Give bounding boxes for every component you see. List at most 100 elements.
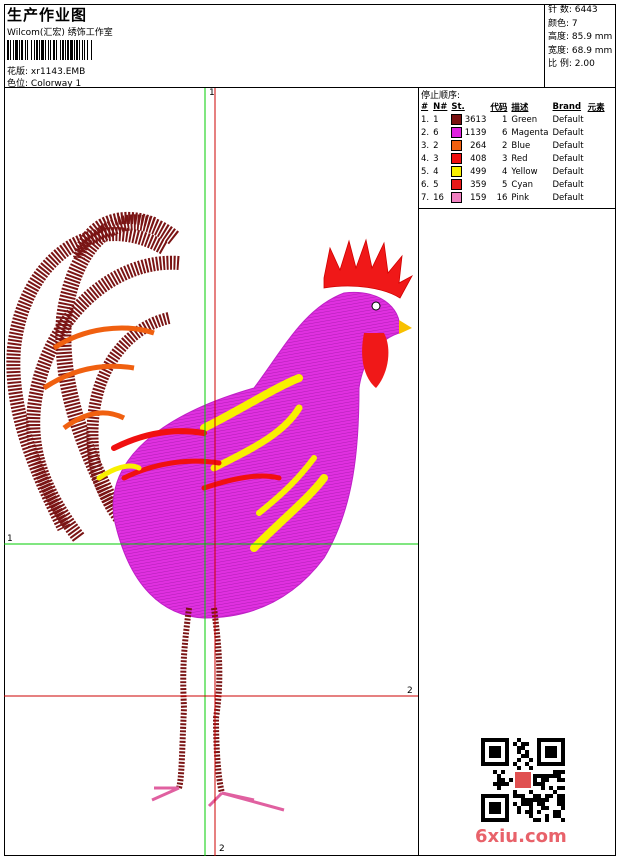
feet [151,786,285,812]
stop-cell-code: 1 [501,114,508,125]
stop-cell-n: 1. [421,114,430,125]
stop-col-header: St. [451,101,465,112]
stop-sequence-panel: 停止顺序: # N# St. 代码 描述 Brand 元素 1. 1 3613 1 Green Def… [419,88,616,856]
header-panel: 生产作业图 Wilcom(汇宏) 绣饰工作室 花版: xr1143.EMB 色位… [4,4,545,89]
stop-cell-st: 3613 [450,113,489,126]
color-swatch [451,153,463,164]
stop-col-header: N# [433,101,448,112]
rooster-body [112,291,401,619]
stop-cell-needle: 2 [433,140,439,151]
stop-cell-desc: Blue [511,140,531,151]
guide-label-green-top: 1 [209,88,215,98]
stop-cell-brand: Default [552,179,584,190]
stop-cell-needle: 1 [433,114,439,125]
stitch-count-cell: 159 [470,193,487,203]
stop-cell-n: 7. [421,192,430,203]
eye [371,301,381,311]
stop-cell-code: 16 [496,192,508,203]
stop-row: 7. 16 159 16 Pink Default [420,191,608,204]
stop-cell-st: 408 [450,152,489,165]
guide-label-red-right: 2 [407,686,413,696]
stop-row: 1. 1 3613 1 Green Default [420,113,608,126]
stop-cell-brand: Default [552,127,584,138]
stitch-count-cell: 359 [470,180,487,190]
stitch-count-cell: 3613 [464,115,487,125]
stop-cell-code: 4 [501,166,508,177]
stop-cell-st: 264 [450,139,489,152]
design-height: 高度: 85.9 mm [548,32,613,42]
color-swatch [451,140,463,151]
stats-panel: 针 数: 6443 颜色: 7 高度: 85.9 mm 宽度: 68.9 mm … [545,4,616,88]
design-canvas[interactable]: 1 1 2 2 [4,88,419,856]
stop-cell-n: 6. [421,179,430,190]
watermark: 6xiu.com [475,826,567,847]
stitch-count-cell: 499 [470,167,487,177]
stop-cell-code: 5 [501,179,508,190]
stop-cell-element [587,178,608,191]
stop-cell-brand: Default [552,140,584,151]
stop-col-header: Brand [552,101,582,112]
color-swatch [451,114,463,125]
stop-cell-code: 6 [501,127,508,138]
stop-cell-brand: Default [552,114,584,125]
stop-cell-st: 159 [450,191,489,204]
stitch-count-cell: 408 [470,154,487,164]
stop-col-header: # [421,101,429,112]
design-scale: 比 例: 2.00 [548,59,595,69]
color-swatch [451,179,463,190]
stop-cell-desc: Pink [511,192,530,203]
stop-cell-n: 4. [421,153,430,164]
beak [399,320,412,334]
stop-cell-n: 5. [421,166,430,177]
comb [323,238,413,299]
rooster-design [4,88,418,856]
stop-col-header: 代码 [490,102,508,113]
stop-cell-element [587,152,608,165]
guide-label-red-bottom: 2 [219,844,225,854]
barcode [7,40,133,60]
stop-cell-needle: 6 [433,127,439,138]
color-count: 颜色: 7 [548,18,578,29]
stitch-count-cell: 1139 [464,128,487,138]
stop-cell-st: 1139 [450,126,489,139]
stop-cell-desc: Cyan [511,179,533,190]
color-swatch [451,127,463,138]
stop-cell-st: 499 [450,165,489,178]
stop-sequence-table: # N# St. 代码 描述 Brand 元素 1. 1 3613 1 Green Default 2.… [420,100,608,204]
stop-cell-code: 2 [501,140,508,151]
color-swatch [451,166,463,177]
stop-cell-desc: Green [511,114,538,125]
page-title: 生产作业图 [7,6,88,24]
stop-cell-element [587,165,608,178]
stop-cell-n: 3. [421,140,430,151]
stop-cell-needle: 16 [433,192,444,203]
stop-row: 3. 2 264 2 Blue Default [420,139,608,152]
color-swatch [451,192,463,203]
studio-name: Wilcom(汇宏) 绣饰工作室 [7,28,113,38]
wattle [362,333,389,388]
stop-cell-desc: Red [511,153,528,164]
stop-cell-n: 2. [421,127,430,138]
stop-row: 5. 4 499 4 Yellow Default [420,165,608,178]
stop-row: 2. 6 1139 6 Magenta Default [420,126,608,139]
stop-cell-needle: 3 [433,153,439,164]
qr-code [481,738,565,822]
panel-divider [419,208,616,209]
stop-cell-element [587,113,608,126]
stop-col-header: 描述 [511,102,529,113]
stop-cell-desc: Yellow [511,166,538,177]
stitch-count-cell: 264 [470,141,487,151]
legs [176,607,225,794]
stop-cell-element [587,126,608,139]
stop-cell-element [587,139,608,152]
stitch-count: 针 数: 6443 [548,5,598,15]
stop-cell-brand: Default [552,166,584,177]
stop-cell-brand: Default [552,192,584,203]
stop-cell-desc: Magenta [511,127,549,138]
stop-col-header: 元素 [587,102,605,113]
design-width: 宽度: 68.9 mm [548,45,613,56]
stop-row: 6. 5 359 5 Cyan Default [420,178,608,191]
stop-cell-code: 3 [501,153,508,164]
guide-label-green-left: 1 [7,534,13,544]
tail-orange [42,325,155,431]
